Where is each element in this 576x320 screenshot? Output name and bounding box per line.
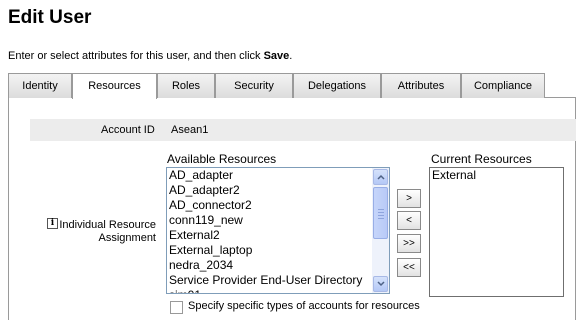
remove-all-resources-button[interactable]: << — [397, 258, 421, 277]
list-item[interactable]: AD_connector2 — [167, 198, 389, 213]
list-item[interactable]: AD_adapter — [167, 168, 389, 183]
tab-resources[interactable]: Resources — [72, 73, 157, 99]
current-resources-list[interactable]: External — [429, 167, 564, 297]
list-item[interactable]: External_laptop — [167, 243, 389, 258]
specific-types-label: Specify specific types of accounts for r… — [188, 300, 420, 312]
current-resources-label: Current Resources — [431, 152, 532, 166]
tab-attributes[interactable]: Attributes — [381, 73, 461, 98]
chevron-up-icon — [377, 174, 385, 180]
specific-types-checkbox[interactable] — [170, 301, 183, 314]
account-id-value: Asean1 — [171, 124, 209, 136]
individual-resource-assignment-label: Individual Resource Assignment — [59, 219, 156, 244]
add-all-resources-button[interactable]: >> — [397, 234, 421, 253]
tab-roles[interactable]: Roles — [157, 73, 215, 98]
scroll-up-button[interactable] — [373, 169, 388, 185]
tab-compliance[interactable]: Compliance — [461, 73, 545, 98]
tab-delegations[interactable]: Delegations — [293, 73, 381, 98]
chevron-down-icon — [377, 281, 385, 287]
scroll-thumb[interactable] — [373, 187, 388, 239]
remove-resource-button[interactable]: < — [397, 211, 421, 230]
available-resources-list[interactable]: AD_adapter AD_adapter2 AD_connector2 con… — [166, 167, 390, 294]
intro-text: Enter or select attributes for this user… — [8, 50, 293, 62]
account-id-label: Account ID — [101, 124, 155, 136]
scroll-down-button[interactable] — [373, 276, 388, 292]
available-list-scrollbar[interactable] — [372, 168, 389, 293]
add-resource-button[interactable]: > — [397, 189, 421, 208]
list-item[interactable]: Service Provider End-User Directory — [167, 273, 389, 288]
list-item[interactable]: nedra_2034 — [167, 258, 389, 273]
list-item[interactable]: External — [430, 168, 563, 183]
list-item[interactable]: AD_adapter2 — [167, 183, 389, 198]
list-item[interactable]: conn119_new — [167, 213, 389, 228]
list-item[interactable]: sim01 — [167, 288, 389, 293]
intro-save-word: Save — [263, 50, 290, 62]
page-title: Edit User — [8, 7, 92, 28]
available-resources-label: Available Resources — [167, 152, 277, 166]
list-item[interactable]: External2 — [167, 228, 389, 243]
tab-bar: Identity Resources Roles Security Delega… — [8, 73, 576, 99]
tab-identity[interactable]: Identity — [8, 73, 72, 98]
info-icon[interactable]: i — [47, 218, 58, 229]
tab-security[interactable]: Security — [215, 73, 293, 98]
